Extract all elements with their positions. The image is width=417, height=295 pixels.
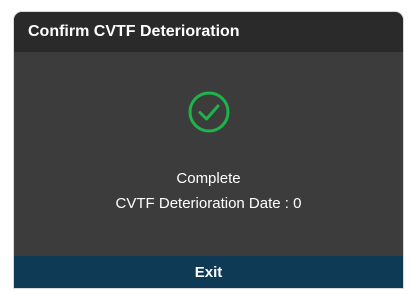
check-circle-icon [188,91,229,133]
dialog-title: Confirm CVTF Deterioration [28,23,240,40]
status-message: Complete [176,170,241,187]
dialog-body: Complete CVTF Deterioration Date : 0 [14,52,403,256]
exit-button-label: Exit [194,263,223,281]
exit-button[interactable]: Exit [14,256,403,288]
confirm-dialog: Confirm CVTF Deterioration Complete CVTF… [14,12,403,288]
deterioration-date-text: CVTF Deterioration Date : 0 [115,195,302,212]
dialog-header: Confirm CVTF Deterioration [14,12,403,52]
